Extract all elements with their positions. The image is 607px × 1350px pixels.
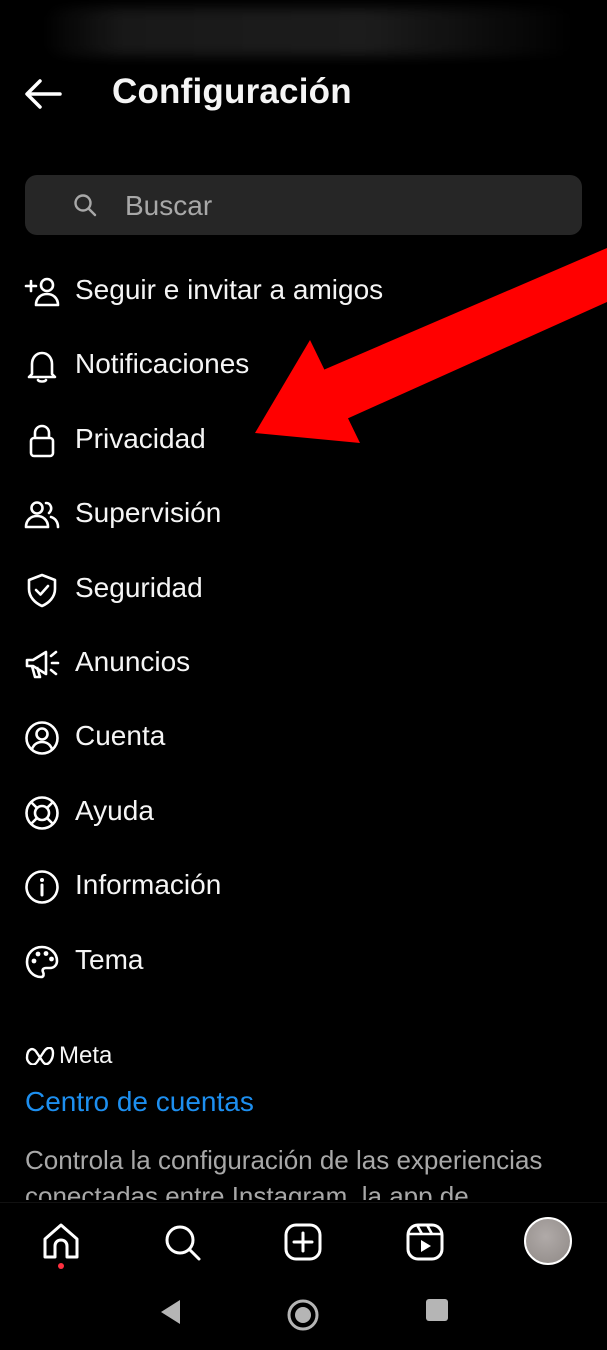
menu-item-account[interactable]: Cuenta [0,700,607,774]
megaphone-icon [25,650,60,679]
lifebuoy-icon [25,795,59,830]
menu-item-label: Seguridad [75,571,203,603]
add-person-icon [24,277,60,307]
menu-item-supervision[interactable]: Supervisión [0,477,607,551]
menu-item-label: Privacidad [75,422,206,454]
menu-item-label: Tema [75,943,144,975]
menu-item-label: Información [75,869,222,901]
accounts-center-description: Controla la configuración de las experie… [25,1145,543,1200]
menu-item-privacy[interactable]: Privacidad [0,403,607,477]
people-icon [24,501,60,529]
system-home-icon[interactable] [286,1298,320,1332]
shield-check-icon [27,573,57,607]
account-circle-icon [25,721,59,756]
meta-logo-icon [25,1047,55,1065]
lock-icon [29,424,55,458]
bottom-nav [0,1202,607,1281]
nav-profile-avatar[interactable] [524,1217,572,1265]
notification-dot [58,1263,64,1269]
menu-item-ads[interactable]: Anuncios [0,626,607,700]
search-bar[interactable] [25,175,582,235]
reels-icon [406,1223,444,1261]
menu-item-notifications[interactable]: Notificaciones [0,328,607,402]
nav-home-button[interactable] [38,1219,84,1265]
meta-brand-text: Meta [59,1042,113,1069]
system-recents-icon[interactable] [425,1298,449,1322]
home-icon [43,1223,79,1259]
menu-item-theme[interactable]: Tema [0,924,607,998]
nav-create-button[interactable] [280,1219,326,1265]
menu-item-label: Anuncios [75,645,191,677]
settings-menu: Seguir e invitar a amigos Notificaciones… [0,254,607,998]
menu-item-security[interactable]: Seguridad [0,552,607,626]
system-navigation-bar [0,1280,607,1350]
accounts-center-link[interactable]: Centro de cuentas [25,1086,254,1118]
menu-item-follow-invite[interactable]: Seguir e invitar a amigos [0,254,607,328]
system-back-icon[interactable] [158,1298,184,1326]
nav-reels-button[interactable] [402,1219,448,1265]
page-title: Configuración [112,72,352,111]
menu-item-label: Seguir e invitar a amigos [75,274,384,305]
search-icon [74,194,97,217]
search-input[interactable] [123,183,567,229]
header: Configuración [0,58,607,130]
plus-square-icon [284,1223,322,1261]
arrow-left-icon [25,79,62,109]
info-icon [25,870,59,904]
nav-search-button[interactable] [159,1219,205,1265]
menu-item-label: Supervisión [75,497,222,529]
menu-item-label: Ayuda [75,794,154,826]
status-bar-blurred [40,8,580,56]
bell-icon [27,352,57,384]
menu-item-help[interactable]: Ayuda [0,775,607,849]
back-button[interactable] [22,74,66,114]
menu-item-label: Notificaciones [75,348,250,380]
palette-icon [25,945,59,978]
menu-item-label: Cuenta [75,720,166,752]
menu-item-about[interactable]: Información [0,849,607,923]
search-icon [165,1225,201,1261]
meta-brand: Meta [25,1041,112,1071]
